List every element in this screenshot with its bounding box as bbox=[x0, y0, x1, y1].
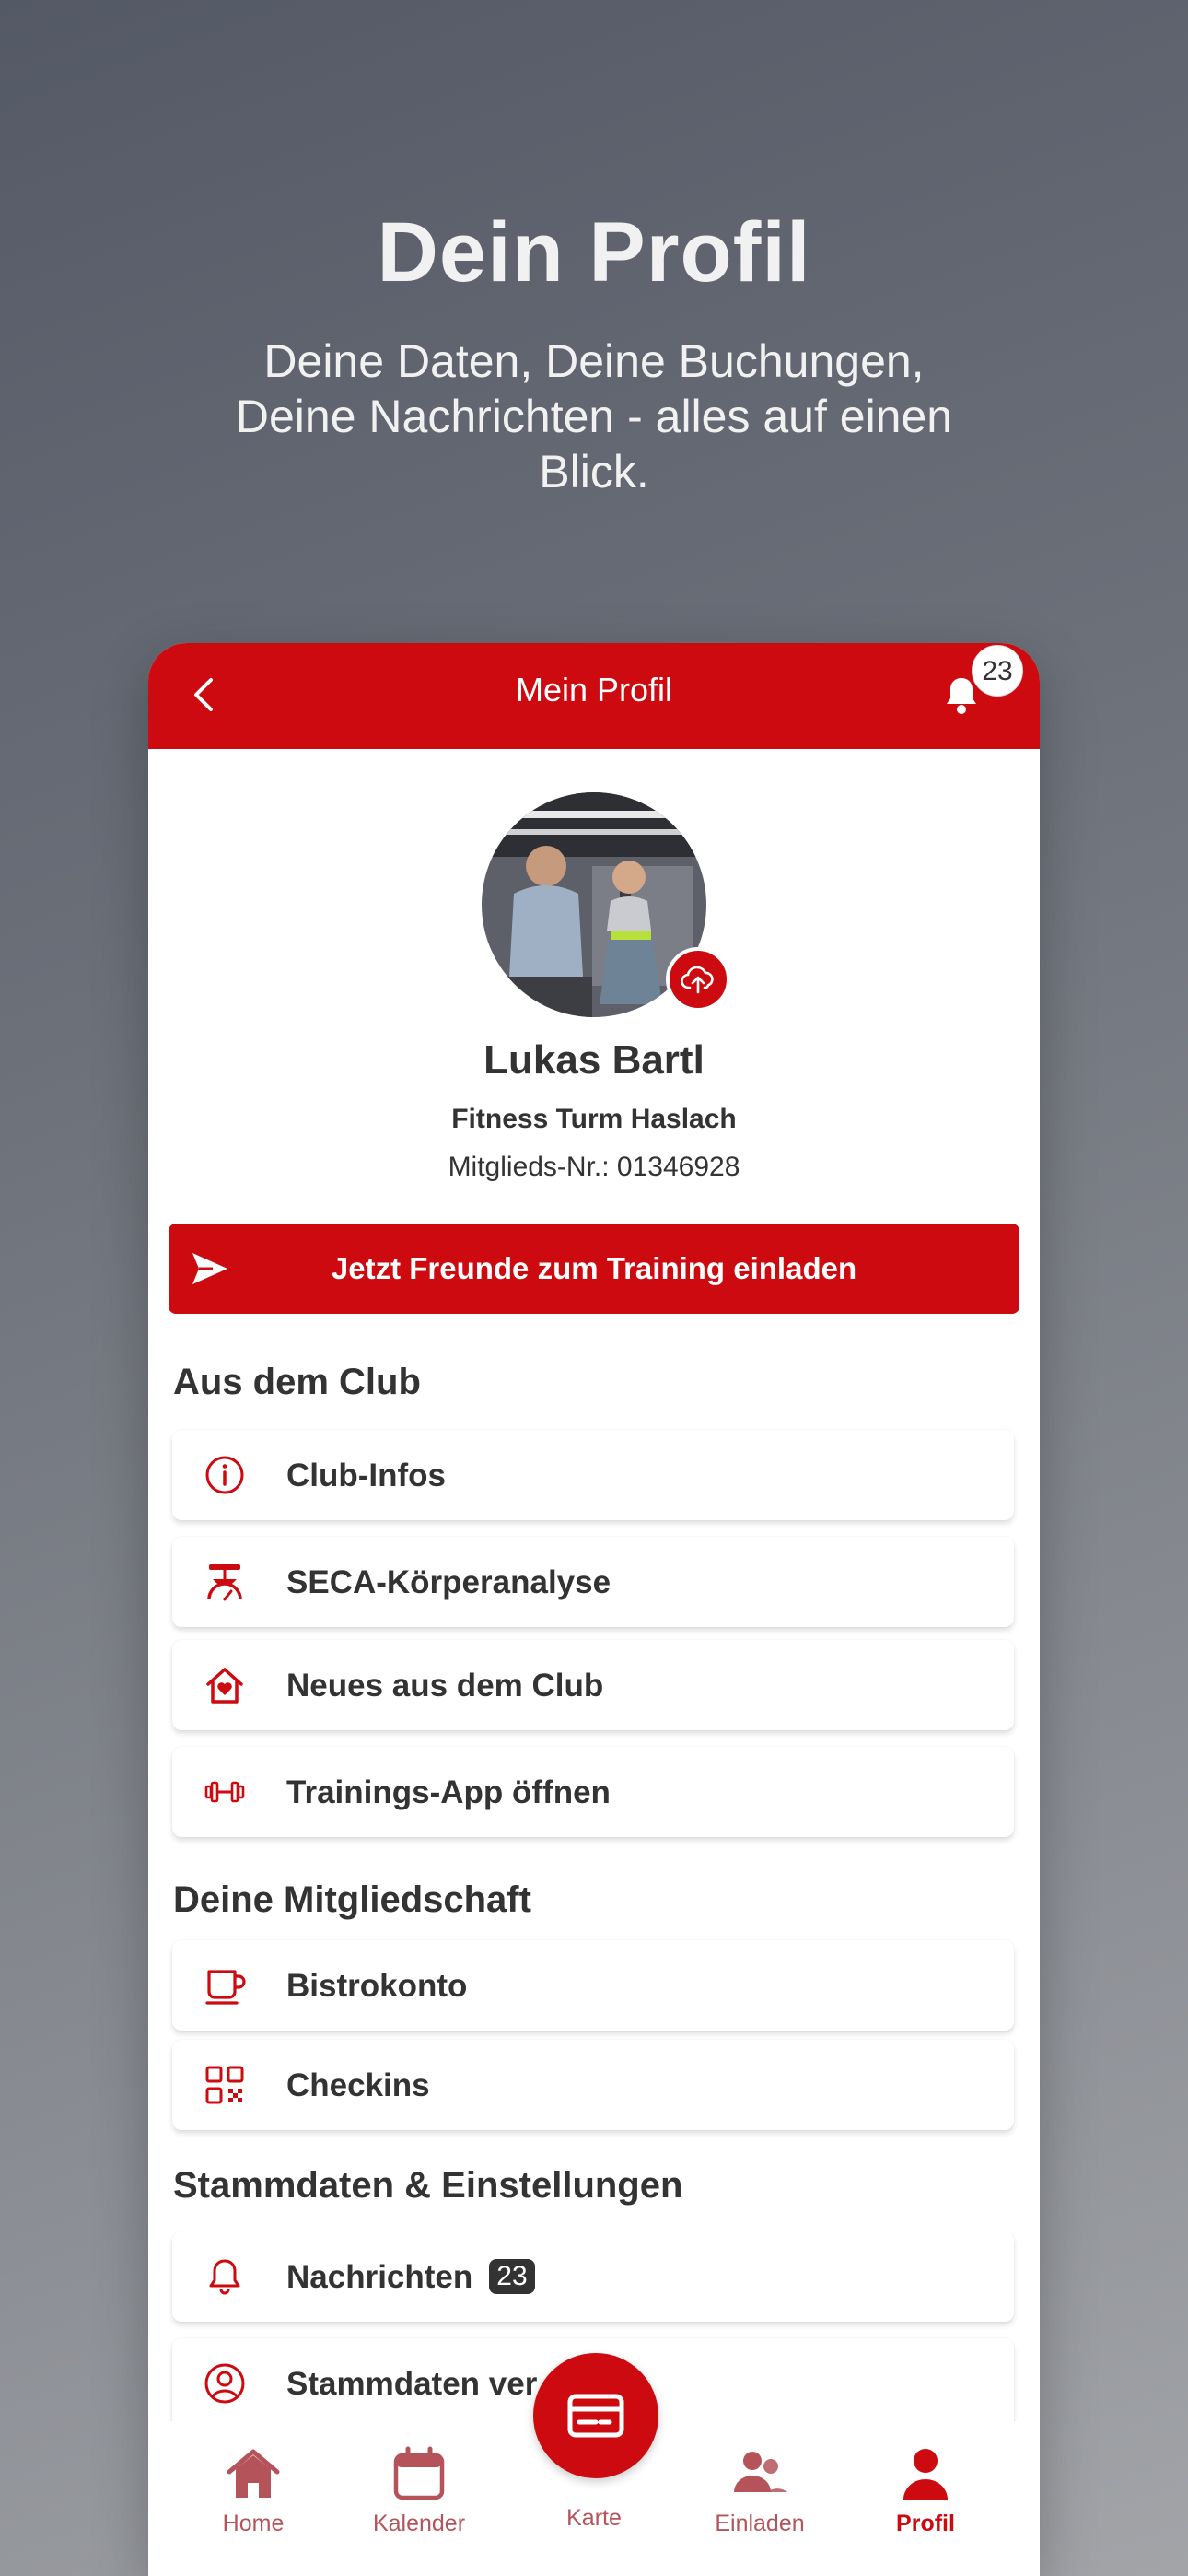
card-fab-button[interactable] bbox=[533, 2353, 658, 2478]
home-icon bbox=[227, 2449, 280, 2498]
promo-title: Dein Profil bbox=[377, 205, 811, 299]
dumbbell-icon bbox=[204, 1781, 245, 1803]
tab-label: Karte bbox=[566, 2505, 622, 2531]
tab-home[interactable]: Home bbox=[189, 2444, 318, 2537]
user-circle-icon bbox=[204, 2363, 245, 2404]
tab-calendar[interactable]: Kalender bbox=[355, 2444, 483, 2537]
menu-item-seca[interactable]: SECA-Körperanalyse bbox=[172, 1537, 1014, 1627]
menu-item-label: Nachrichten 23 bbox=[286, 2259, 535, 2296]
menu-item-messages[interactable]: Nachrichten 23 bbox=[172, 2231, 1014, 2322]
invite-button-label: Jetzt Freunde zum Training einladen bbox=[331, 1251, 857, 1285]
calendar-icon bbox=[393, 2446, 445, 2500]
tab-label: Kalender bbox=[372, 2511, 466, 2536]
profile-club: Fitness Turm Haslach bbox=[451, 1104, 737, 1134]
member-number: Mitglieds-Nr.: 01346928 bbox=[448, 1152, 740, 1182]
menu-item-bistrokonto[interactable]: Bistrokonto bbox=[172, 1940, 1014, 2031]
cloud-upload-icon bbox=[681, 966, 714, 994]
messages-count-badge: 23 bbox=[489, 2259, 535, 2294]
promo-subtitle: Deine Daten, Deine Buchungen, Deine Nach… bbox=[235, 335, 953, 498]
tab-label: Profil bbox=[896, 2511, 955, 2536]
messages-label: Nachrichten bbox=[286, 2259, 473, 2295]
menu-item-checkins[interactable]: Checkins bbox=[172, 2040, 1014, 2130]
tab-card[interactable]: Karte bbox=[530, 2498, 658, 2532]
upload-photo-button[interactable] bbox=[666, 947, 730, 1012]
scale-icon bbox=[207, 1564, 242, 1601]
page-title: Mein Profil bbox=[515, 671, 673, 708]
menu-item-label: Checkins bbox=[286, 2067, 430, 2103]
app-header: Mein Profil 23 bbox=[148, 643, 1040, 749]
house-heart-icon bbox=[206, 1668, 243, 1704]
section-title-membership: Deine Mitgliedschaft bbox=[173, 1879, 531, 1920]
qr-code-icon bbox=[205, 2066, 244, 2104]
menu-item-training-app[interactable]: Trainings-App öffnen bbox=[172, 1747, 1014, 1837]
card-icon bbox=[567, 2394, 624, 2438]
tab-invite[interactable]: Einladen bbox=[695, 2444, 824, 2537]
notification-badge: 23 bbox=[972, 645, 1023, 697]
menu-item-label: Bistrokonto bbox=[286, 1968, 468, 2004]
menu-item-label: Club-Infos bbox=[286, 1458, 447, 1493]
phone-screen: Mein Profil 23 Lukas Bartl Fitness Turm … bbox=[148, 643, 1040, 2576]
info-icon bbox=[205, 1456, 244, 1494]
tab-profile[interactable]: Profil bbox=[861, 2444, 990, 2537]
section-title-club: Aus dem Club bbox=[173, 1362, 421, 1402]
menu-item-label: Stammdaten ver bbox=[286, 2366, 538, 2402]
menu-item-label: Trainings-App öffnen bbox=[286, 1774, 611, 1810]
invite-friends-button[interactable]: Jetzt Freunde zum Training einladen bbox=[169, 1224, 1019, 1314]
menu-item-label: SECA-Körperanalyse bbox=[286, 1564, 611, 1600]
bell-icon bbox=[209, 2259, 240, 2295]
menu-item-club-infos[interactable]: Club-Infos bbox=[172, 1430, 1014, 1520]
person-icon bbox=[903, 2449, 948, 2500]
profile-name: Lukas Bartl bbox=[483, 1037, 705, 1083]
cup-icon bbox=[205, 1970, 246, 2005]
menu-item-label: Neues aus dem Club bbox=[286, 1668, 604, 1704]
tab-label: Home bbox=[222, 2511, 285, 2536]
section-title-settings: Stammdaten & Einstellungen bbox=[173, 2165, 683, 2206]
users-icon bbox=[734, 2452, 787, 2492]
menu-item-news[interactable]: Neues aus dem Club bbox=[172, 1640, 1014, 1730]
tab-label: Einladen bbox=[715, 2511, 805, 2536]
